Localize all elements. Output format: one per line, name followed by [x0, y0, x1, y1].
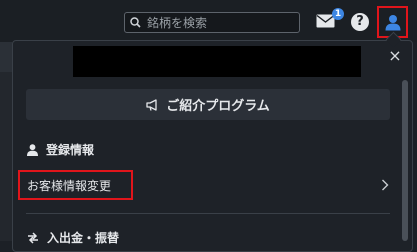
redacted-account-name	[73, 46, 361, 77]
customer-info-change-highlight: お客様情報変更	[18, 170, 133, 200]
transfer-icon	[28, 231, 38, 244]
person-icon	[27, 143, 38, 156]
background-page	[0, 42, 12, 241]
chevron-right-icon	[382, 179, 389, 191]
scrollbar[interactable]	[402, 80, 408, 241]
notification-badge: 1	[332, 8, 344, 20]
close-button[interactable]: ×	[386, 47, 404, 65]
top-bar: 1 ?	[0, 0, 417, 42]
registration-section-header: 登録情報	[27, 141, 94, 158]
customer-info-change-label: お客様情報変更	[27, 178, 112, 193]
search-icon	[130, 17, 141, 28]
deposit-section-title: 入出金・振替	[47, 231, 120, 245]
search-box[interactable]	[124, 12, 300, 33]
referral-program-button[interactable]: ご紹介プログラム	[26, 89, 390, 120]
divider	[26, 213, 390, 214]
search-input[interactable]	[147, 15, 287, 30]
background-strip	[0, 42, 12, 72]
user-icon	[385, 14, 400, 30]
referral-program-label: ご紹介プログラム	[166, 99, 270, 114]
deposit-section-header: 入出金・振替	[27, 229, 119, 246]
registration-section-title: 登録情報	[46, 143, 95, 157]
help-icon[interactable]: ?	[351, 13, 369, 31]
megaphone-icon	[146, 98, 157, 111]
customer-info-change-item[interactable]: お客様情報変更	[18, 170, 395, 202]
